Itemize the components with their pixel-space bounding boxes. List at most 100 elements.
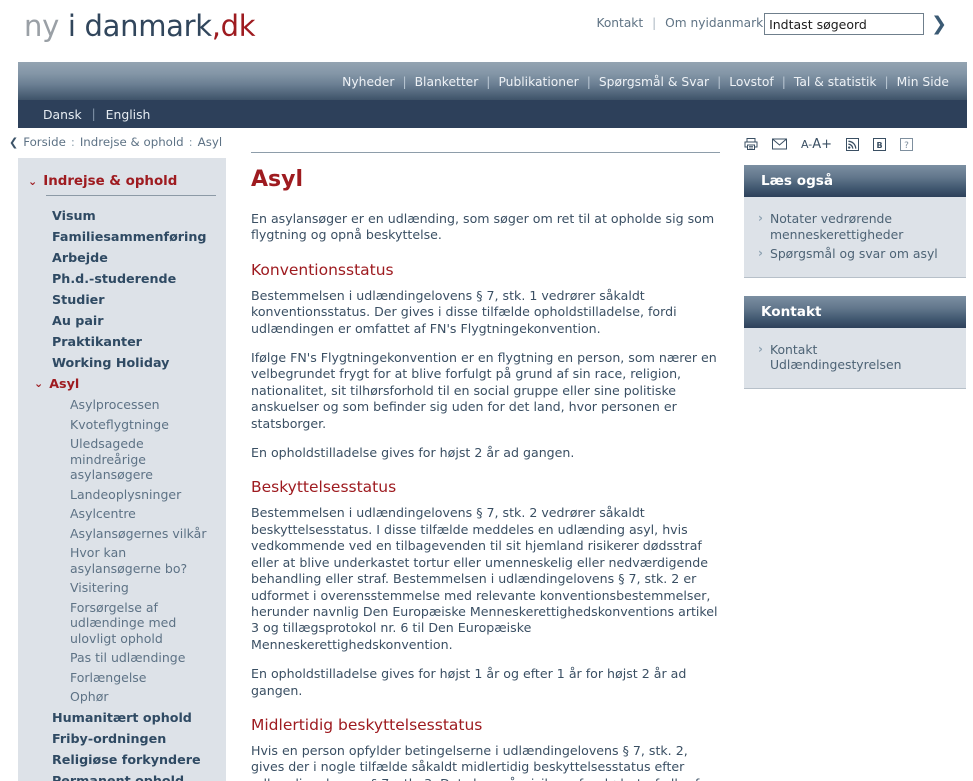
language-nav: Dansk | English <box>18 100 967 128</box>
sidebar-item-studier[interactable]: Studier <box>28 289 216 310</box>
main-nav-item-publikationer[interactable]: Publikationer <box>490 75 586 89</box>
main-content: Asyl En asylansøger er en udlænding, som… <box>251 152 720 781</box>
sidebar-item-humanitaert-ophold[interactable]: Humanitært ophold <box>28 707 216 728</box>
logo-part-ny: ny <box>24 9 59 43</box>
sidebar-item-forsoergelse[interactable]: Forsørgelse af udlændinge med ulovligt o… <box>28 598 216 649</box>
section-heading-konventionsstatus: Konventionsstatus <box>251 260 394 279</box>
related-links-box-body: › Notater vedrørende menneskerettigheder… <box>744 197 966 278</box>
sidebar-item-asyl[interactable]: ⌄ Asyl <box>28 373 216 395</box>
page-tools: A- A+ B ? <box>744 134 966 154</box>
sidebar-item-ophoer[interactable]: Ophør <box>28 687 216 707</box>
main-nav-item-nyheder[interactable]: Nyheder <box>334 75 402 89</box>
breadcrumb-separator: : <box>188 135 193 149</box>
section-paragraph: En opholdstilladelse gives for højst 1 å… <box>251 666 687 698</box>
sidebar-item-forlaengelse[interactable]: Forlængelse <box>28 668 216 688</box>
link-label: Kontakt Udlændingestyrelsen <box>769 341 902 373</box>
breadcrumb: ❮ Forside : Indrejse & ophold : Asyl <box>9 135 222 149</box>
section-paragraph: En opholdstilladelse gives for højst 2 å… <box>251 445 575 461</box>
breadcrumb-separator: : <box>70 135 75 149</box>
help-icon[interactable]: ? <box>900 137 914 151</box>
chevron-right-icon: › <box>758 211 763 225</box>
sidebar-item-hvor-kan-asylansoegerne-bo[interactable]: Hvor kan asylansøgerne bo? <box>28 543 216 578</box>
related-link-spoergsmaal-svar-asyl[interactable]: › Spørgsmål og svar om asyl <box>758 244 952 264</box>
language-nav-item-english[interactable]: English <box>96 107 161 122</box>
main-nav-item-spoergsmaal-svar[interactable]: Spørgsmål & Svar <box>591 75 717 89</box>
sidebar-item-visitering[interactable]: Visitering <box>28 578 216 598</box>
section-paragraph: Ifølge FN's Flygtningekonvention er en f… <box>251 350 717 431</box>
section-heading-midlertidig-beskyttelsesstatus: Midlertidig beskyttelsesstatus <box>251 715 483 734</box>
section-paragraph: Hvis en person opfylder betingelserne i … <box>251 742 712 781</box>
logo-part-danmark: i danmark <box>58 9 212 43</box>
main-nav-item-tal-statistik[interactable]: Tal & statistik <box>786 75 885 89</box>
bookmark-icon[interactable]: B <box>873 137 887 151</box>
search-submit-icon[interactable]: ❯ <box>931 14 947 34</box>
search-area: ❯ <box>764 13 947 35</box>
related-link-notater-menneskerettigheder[interactable]: › Notater vedrørende menneskerettigheder <box>758 209 952 244</box>
sidebar-item-asylansoegernes-vilkaar[interactable]: Asylansøgernes vilkår <box>28 524 216 544</box>
sidebar-item-pas-til-udlaendinge[interactable]: Pas til udlændinge <box>28 648 216 668</box>
sidebar-item-au-pair[interactable]: Au pair <box>28 310 216 331</box>
content-top-divider <box>251 152 720 153</box>
contact-box-body: › Kontakt Udlændingestyrelsen <box>744 327 966 389</box>
site-logo[interactable]: ny i danmark,dk <box>24 9 256 43</box>
text-size-increase[interactable]: A+ <box>812 137 832 152</box>
sidebar-item-familiesammenfoering[interactable]: Familiesammenføring <box>28 226 216 247</box>
logo-part-dk: ,dk <box>211 9 256 43</box>
contact-link-udlaendingestyrelsen[interactable]: › Kontakt Udlændingestyrelsen <box>758 340 952 375</box>
section-heading-beskyttelsesstatus: Beskyttelsesstatus <box>251 478 397 497</box>
chevron-down-icon: ⌄ <box>28 175 38 188</box>
print-icon[interactable] <box>744 137 758 151</box>
sidebar-section-label: Indrejse & ophold <box>43 174 178 189</box>
site-header: ny i danmark,dk Kontakt | Om nyidanmark.… <box>0 0 973 62</box>
right-column: A- A+ B ? Læs også › Notater vedrørende … <box>744 134 966 407</box>
sidebar-item-phd-studerende[interactable]: Ph.d.-studerende <box>28 268 216 289</box>
related-links-box: Læs også › Notater vedrørende menneskere… <box>744 165 966 278</box>
rss-icon[interactable] <box>846 137 860 151</box>
sidebar-item-label: Asyl <box>49 376 80 391</box>
sidebar-item-permanent-ophold[interactable]: Permanent ophold <box>28 770 216 781</box>
page-title: Asyl <box>251 167 304 192</box>
left-sidebar: ⌄ Indrejse & ophold Visum Familiesammenf… <box>18 158 226 781</box>
contact-box-title: Kontakt <box>744 295 966 328</box>
sidebar-item-visum[interactable]: Visum <box>28 205 216 226</box>
intro-paragraph: En asylansøger er en udlænding, som søge… <box>251 211 715 243</box>
email-icon[interactable] <box>772 138 787 150</box>
sidebar-item-working-holiday[interactable]: Working Holiday <box>28 352 216 373</box>
breadcrumb-item-indrejse-ophold[interactable]: Indrejse & ophold <box>80 135 184 149</box>
main-nav: Nyheder | Blanketter | Publikationer | S… <box>18 62 967 100</box>
language-nav-item-dansk[interactable]: Dansk <box>33 107 92 122</box>
section-paragraph: Bestemmelsen i udlændingelovens § 7, stk… <box>251 505 718 652</box>
section-paragraph: Bestemmelsen i udlændingelovens § 7, stk… <box>251 287 677 336</box>
link-label: Spørgsmål og svar om asyl <box>769 246 938 261</box>
svg-text:?: ? <box>904 140 909 150</box>
svg-text:B: B <box>877 140 883 149</box>
breadcrumb-back-icon[interactable]: ❮ <box>9 136 18 149</box>
utility-nav-item-kontakt[interactable]: Kontakt <box>587 16 652 30</box>
chevron-down-icon: ⌄ <box>34 377 44 390</box>
main-nav-item-lovstof[interactable]: Lovstof <box>721 75 782 89</box>
related-links-box-title: Læs også <box>744 165 966 197</box>
sidebar-item-arbejde[interactable]: Arbejde <box>28 247 216 268</box>
text-size-decrease[interactable]: A- <box>801 138 812 151</box>
link-label: Notater vedrørende menneskerettigheder <box>769 211 904 242</box>
chevron-right-icon: › <box>758 341 763 356</box>
sidebar-item-uledsagede-mindreaarige[interactable]: Uledsagede mindreårige asylansøgere <box>28 434 216 485</box>
sidebar-item-kvoteflygtninge[interactable]: Kvoteflygtninge <box>28 415 216 435</box>
sidebar-item-friby-ordningen[interactable]: Friby-ordningen <box>28 728 216 749</box>
chevron-right-icon: › <box>758 246 763 260</box>
main-nav-items: Nyheder | Blanketter | Publikationer | S… <box>334 75 957 89</box>
sidebar-item-praktikanter[interactable]: Praktikanter <box>28 331 216 352</box>
sidebar-divider <box>46 195 216 196</box>
text-size-icon[interactable]: A- A+ <box>801 137 832 152</box>
breadcrumb-item-asyl: Asyl <box>197 135 223 149</box>
main-nav-item-min-side[interactable]: Min Side <box>889 75 957 89</box>
sidebar-item-religioese-forkyndere[interactable]: Religiøse forkyndere <box>28 749 216 770</box>
sidebar-item-asylcentre[interactable]: Asylcentre <box>28 504 216 524</box>
main-nav-item-blanketter[interactable]: Blanketter <box>407 75 487 89</box>
breadcrumb-item-forside[interactable]: Forside <box>23 135 66 149</box>
search-input[interactable] <box>764 13 925 35</box>
sidebar-item-asylprocessen[interactable]: Asylprocessen <box>28 395 216 415</box>
sidebar-section-indrejse-ophold[interactable]: ⌄ Indrejse & ophold <box>28 174 216 190</box>
contact-box: Kontakt › Kontakt Udlændingestyrelsen <box>744 295 966 389</box>
sidebar-item-landeoplysninger[interactable]: Landeoplysninger <box>28 485 216 505</box>
